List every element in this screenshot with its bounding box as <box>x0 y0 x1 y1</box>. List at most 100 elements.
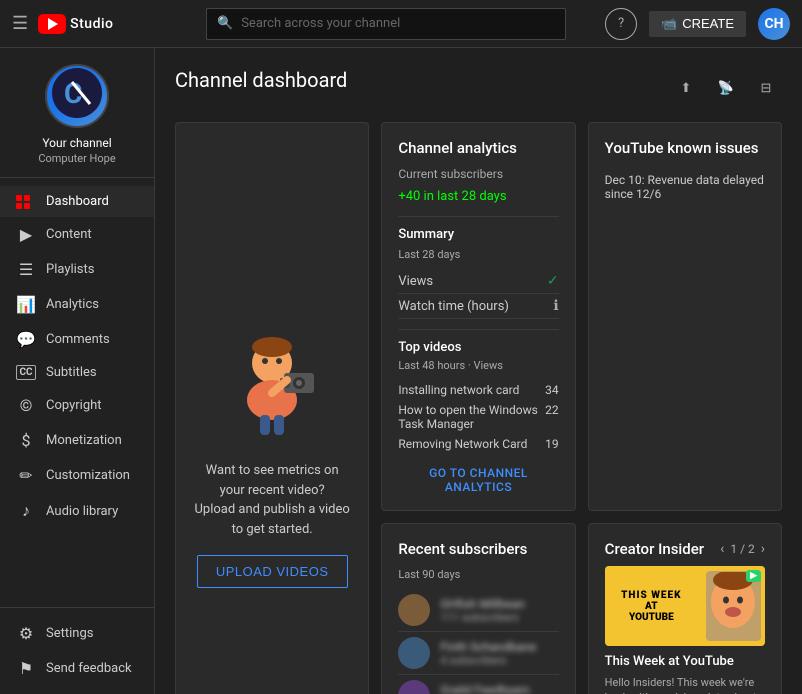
live-badge: ▶ <box>746 570 761 582</box>
subscriber-item-1: Finth Schandbane 4 subscribers <box>398 632 558 675</box>
sidebar-item-feedback[interactable]: ⚑ Send feedback <box>0 651 154 686</box>
creator-next-arrow[interactable]: › <box>761 541 765 557</box>
upload-icon-btn[interactable]: ⬆ <box>670 72 702 104</box>
nav-items: Dashboard ▶ Content ☰ Playlists 📊 Analyt… <box>0 178 154 607</box>
video-row-0: Installing network card 34 <box>398 380 558 400</box>
metric-views: Views ✓ <box>398 269 558 294</box>
topbar-actions: ⬆ 📡 ⊟ <box>670 72 782 104</box>
video-row-1: How to open the Windows Task Manager 22 <box>398 400 558 434</box>
sidebar: C Your channel Computer Hope Dashboard ▶… <box>0 48 155 694</box>
upload-prompt-text: Want to see metrics on your recent video… <box>192 461 352 539</box>
video-1-views: 22 <box>545 403 559 431</box>
sidebar-item-monetization-label: Monetization <box>46 433 122 448</box>
help-button[interactable]: ? <box>605 8 637 40</box>
search-box[interactable]: 🔍 Search across your channel <box>206 8 566 40</box>
creator-desc: Hello Insiders! This week we're back wit… <box>605 675 765 694</box>
creator-page-current: 1 <box>730 542 737 556</box>
metric-views-icon: ✓ <box>547 273 559 289</box>
video-row-2: Removing Network Card 19 <box>398 434 558 454</box>
sub-name-0: GHfish Millbean <box>440 597 558 611</box>
page-title: Channel dashboard <box>175 68 347 92</box>
sidebar-item-monetization[interactable]: $ Monetization <box>0 423 154 458</box>
channel-avatar[interactable]: C <box>45 64 109 128</box>
upload-card: Want to see metrics on your recent video… <box>175 122 369 694</box>
go-to-analytics-link[interactable]: GO TO CHANNEL ANALYTICS <box>398 466 558 494</box>
creator-thumbnail[interactable]: THIS WEEK AT YOUTUBE <box>605 566 765 646</box>
hamburger-menu[interactable]: ☰ <box>12 13 28 34</box>
sidebar-item-customization[interactable]: ✏ Customization <box>0 458 154 493</box>
dashboard-icon <box>16 195 36 209</box>
summary-header: Summary <box>398 227 558 242</box>
sub-count-1: 4 subscribers <box>440 654 558 667</box>
user-avatar[interactable]: CH <box>758 8 790 40</box>
sidebar-item-subtitles-label: Subtitles <box>46 365 97 380</box>
video-2-title: Removing Network Card <box>398 437 545 451</box>
sidebar-item-comments-label: Comments <box>46 332 110 347</box>
channel-name-label: Your channel <box>42 136 111 150</box>
sidebar-item-content[interactable]: ▶ Content <box>0 217 154 252</box>
sidebar-item-settings[interactable]: ⚙ Settings <box>0 616 154 651</box>
topbar-left: ☰ Studio <box>12 13 167 34</box>
sidebar-item-settings-label: Settings <box>46 626 93 641</box>
recent-subscribers-title: Recent subscribers <box>398 540 558 558</box>
sub-name-2: Graild Feedbyam <box>440 683 558 694</box>
sidebar-item-comments[interactable]: 💬 Comments <box>0 322 154 357</box>
create-button[interactable]: 📹 CREATE <box>649 11 746 37</box>
topbar-right: ? 📹 CREATE CH <box>605 8 790 40</box>
metric-watchtime-label: Watch time (hours) <box>398 299 509 314</box>
metric-watchtime: Watch time (hours) ℹ <box>398 294 558 319</box>
sidebar-item-dashboard-label: Dashboard <box>46 194 109 209</box>
grid-view-icon-btn[interactable]: ⊟ <box>750 72 782 104</box>
sidebar-item-dashboard[interactable]: Dashboard <box>0 186 154 217</box>
creator-face-svg <box>708 572 758 640</box>
sidebar-item-playlists[interactable]: ☰ Playlists <box>0 252 154 287</box>
video-0-title: Installing network card <box>398 383 545 397</box>
video-1-title: How to open the Windows Task Manager <box>398 403 545 431</box>
metric-views-label: Views <box>398 274 433 289</box>
monetization-icon: $ <box>16 431 36 450</box>
studio-label: Studio <box>70 16 113 32</box>
subscriber-item-0: GHfish Millbean 111 subscribers <box>398 589 558 632</box>
live-icon-btn[interactable]: 📡 <box>710 72 742 104</box>
top-videos-period: Last 48 hours · Views <box>398 359 558 372</box>
create-camera-icon: 📹 <box>661 16 677 32</box>
thumbnail-line1: THIS WEEK <box>621 590 681 601</box>
main-layout: C Your channel Computer Hope Dashboard ▶… <box>0 0 802 694</box>
sub-avatar-2 <box>398 680 430 694</box>
create-label: CREATE <box>682 16 734 31</box>
video-2-views: 19 <box>545 437 559 451</box>
sub-info-1: Finth Schandbane 4 subscribers <box>440 640 558 667</box>
sidebar-item-audio-library[interactable]: ♪ Audio library <box>0 493 154 529</box>
sidebar-item-analytics[interactable]: 📊 Analytics <box>0 287 154 322</box>
topbar: ☰ Studio 🔍 Search across your channel ? … <box>0 0 802 48</box>
main-content: Channel dashboard ⬆ 📡 ⊟ <box>155 48 802 694</box>
upload-illustration <box>212 325 332 445</box>
analytics-card: Channel analytics Current subscribers +4… <box>381 122 575 511</box>
issue-item-0: Dec 10: Revenue data delayed since 12/6 <box>605 167 765 207</box>
dashboard-grid: Want to see metrics on your recent video… <box>175 122 782 694</box>
creator-prev-arrow[interactable]: ‹ <box>720 541 724 557</box>
sidebar-item-playlists-label: Playlists <box>46 262 94 277</box>
analytics-icon: 📊 <box>16 295 36 314</box>
audio-library-icon: ♪ <box>16 501 36 521</box>
summary-period: Last 28 days <box>398 248 558 261</box>
sub-info-0: GHfish Millbean 111 subscribers <box>440 597 558 624</box>
copyright-icon: © <box>16 396 36 415</box>
sidebar-bottom: ⚙ Settings ⚑ Send feedback <box>0 607 154 694</box>
feedback-icon: ⚑ <box>16 659 36 678</box>
customization-icon: ✏ <box>16 466 36 485</box>
analytics-title: Channel analytics <box>398 139 558 157</box>
channel-info: C Your channel Computer Hope <box>0 48 154 178</box>
sidebar-item-subtitles[interactable]: CC Subtitles <box>0 357 154 388</box>
subtitles-icon: CC <box>16 365 36 380</box>
settings-icon: ⚙ <box>16 624 36 643</box>
recent-subscribers-card: Recent subscribers Last 90 days GHfish M… <box>381 523 575 694</box>
creator-nav: Creator Insider ‹ 1 / 2 › <box>605 540 765 558</box>
upload-videos-button[interactable]: UPLOAD VIDEOS <box>197 555 348 588</box>
youtube-logo: Studio <box>38 14 113 34</box>
playlists-icon: ☰ <box>16 260 36 279</box>
sub-count-0: 111 subscribers <box>440 611 558 624</box>
sidebar-item-copyright[interactable]: © Copyright <box>0 388 154 423</box>
sidebar-item-analytics-label: Analytics <box>46 297 99 312</box>
sidebar-item-customization-label: Customization <box>46 468 130 483</box>
